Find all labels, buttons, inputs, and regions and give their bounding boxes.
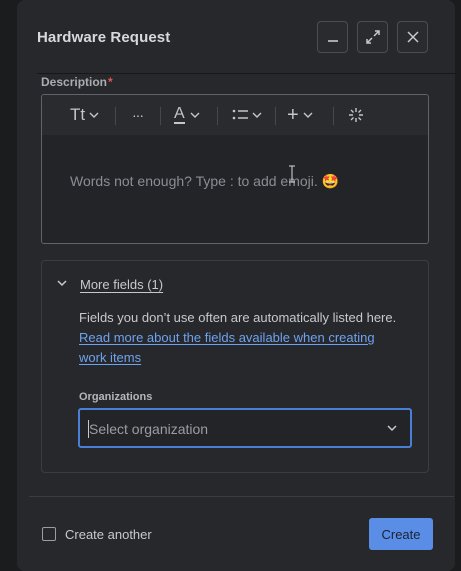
more-fields-toggle[interactable]	[56, 277, 68, 289]
chevron-down-icon	[190, 112, 200, 118]
footer-divider	[29, 496, 454, 497]
more-formatting-button[interactable]: ···	[132, 103, 144, 127]
expand-button[interactable]	[357, 21, 388, 53]
description-editor[interactable]: Tt ··· A + Words not enough? Type: to a…	[41, 94, 429, 244]
text-color-icon: A	[174, 105, 185, 124]
text-color-button[interactable]: A	[174, 103, 200, 127]
organizations-label: Organizations	[79, 391, 153, 403]
sparkle-icon	[349, 108, 363, 122]
chevron-down-icon	[387, 425, 397, 432]
chevron-down-icon	[89, 112, 99, 118]
create-dialog: Hardware Request Description* Tt ··· A +…	[17, 0, 457, 571]
toolbar-divider	[160, 107, 161, 125]
text-style-icon: Tt	[70, 105, 86, 124]
close-icon	[406, 31, 419, 43]
read-more-link[interactable]: Read more about the fields available whe…	[79, 330, 375, 365]
chevron-down-icon	[252, 112, 262, 118]
create-button[interactable]: Create	[369, 518, 433, 550]
insert-button[interactable]: +	[287, 103, 313, 127]
text-cursor-icon	[289, 165, 295, 183]
plus-icon: +	[287, 103, 299, 126]
description-label-text: Description	[41, 75, 108, 89]
list-icon	[232, 109, 248, 120]
description-placeholder: Words not enough? Type : to add emoji. 🤩	[70, 173, 340, 189]
dialog-header: Hardware Request	[17, 0, 457, 74]
list-button[interactable]	[232, 103, 262, 127]
more-fields-text: Fields you don’t use often are automatic…	[79, 310, 397, 325]
text-style-button[interactable]: Tt	[70, 103, 99, 127]
more-fields-panel: More fields (1) Fields you don’t use oft…	[41, 260, 429, 473]
organization-select[interactable]: Select organization	[78, 408, 412, 448]
toolbar-divider	[217, 107, 218, 125]
more-fields-link[interactable]: More fields (1)	[80, 277, 163, 292]
minimize-button[interactable]	[317, 21, 348, 53]
more-icon: ···	[132, 107, 144, 123]
organization-placeholder: Select organization	[89, 421, 209, 437]
minimize-icon	[327, 40, 338, 42]
expand-icon	[365, 30, 380, 44]
chevron-down-icon	[57, 280, 67, 287]
toolbar-divider	[115, 107, 116, 125]
chevron-down-icon	[303, 112, 313, 118]
editor-toolbar: Tt ··· A +	[42, 95, 428, 135]
more-fields-description: Fields you don’t use often are automatic…	[79, 308, 399, 368]
create-another-checkbox[interactable]	[42, 527, 56, 541]
required-marker: *	[108, 75, 113, 89]
toolbar-divider	[333, 107, 334, 125]
description-label: Description*	[41, 75, 113, 89]
dialog-title: Hardware Request	[37, 29, 171, 46]
toolbar-divider	[275, 107, 276, 125]
ai-button[interactable]	[348, 103, 364, 127]
create-another-label[interactable]: Create another	[65, 527, 152, 542]
close-button[interactable]	[397, 21, 428, 53]
header-divider	[37, 73, 457, 74]
